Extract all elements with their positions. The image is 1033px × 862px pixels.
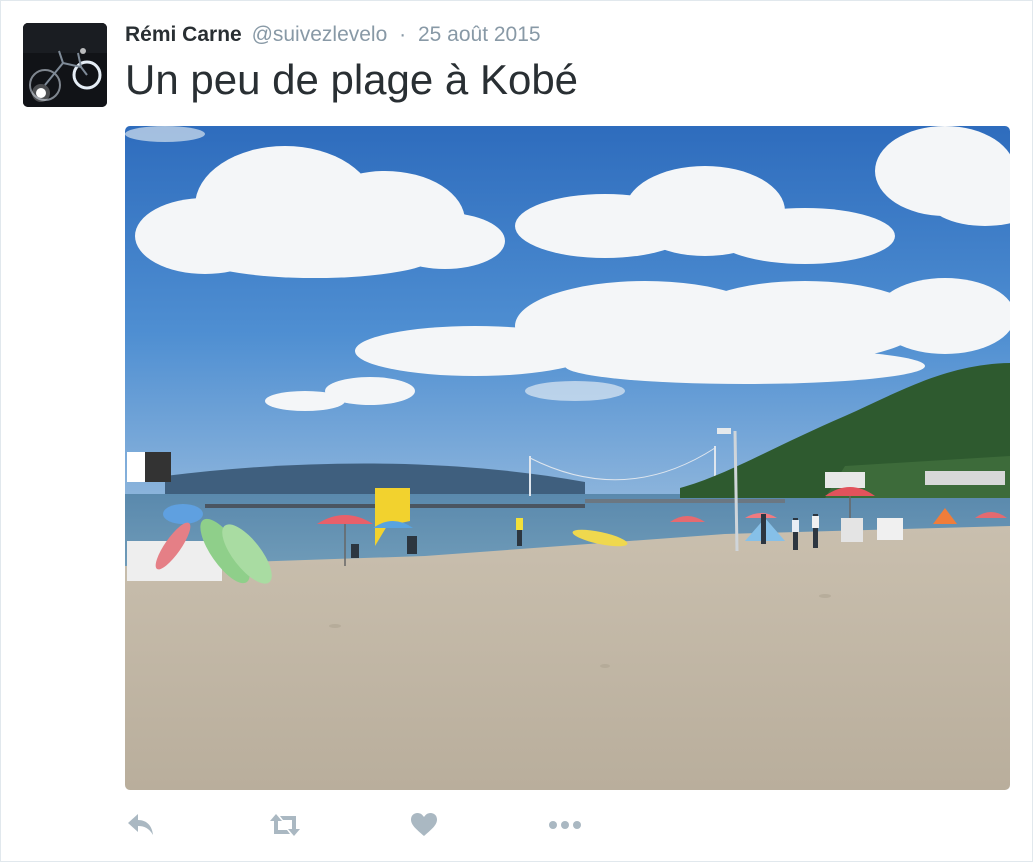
header-separator: ·	[399, 23, 407, 46]
bicycle-avatar-image	[23, 23, 107, 107]
like-button[interactable]	[404, 807, 444, 843]
tweet-photo[interactable]	[125, 126, 1010, 790]
more-button[interactable]	[545, 807, 585, 843]
tweet-text: Un peu de plage à Kobé	[125, 56, 579, 103]
retweet-button[interactable]	[265, 807, 305, 843]
author-handle[interactable]: @suivezlevelo	[252, 23, 388, 46]
more-icon	[549, 821, 581, 829]
reply-button[interactable]	[121, 807, 161, 843]
tweet-header: Rémi Carne @suivezlevelo · 25 août 2015	[125, 21, 541, 49]
author-avatar[interactable]	[23, 23, 107, 107]
heart-icon	[411, 813, 437, 836]
beach-photo	[125, 126, 1010, 790]
reply-icon	[128, 814, 153, 835]
tweet-card: Rémi Carne @suivezlevelo · 25 août 2015 …	[0, 0, 1033, 862]
author-name[interactable]: Rémi Carne	[125, 23, 242, 46]
retweet-icon	[270, 814, 300, 836]
tweet-date[interactable]: 25 août 2015	[418, 23, 541, 46]
